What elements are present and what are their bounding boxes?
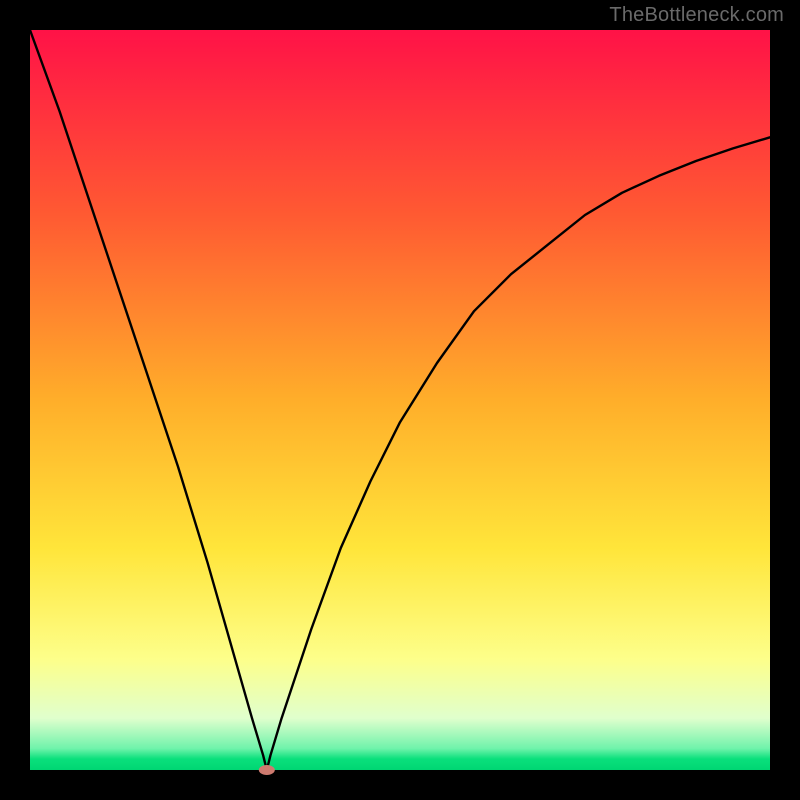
bottleneck-chart [0,0,800,800]
gradient-background [30,30,770,770]
chart-frame: TheBottleneck.com [0,0,800,800]
minimum-marker [259,765,275,775]
watermark-text: TheBottleneck.com [609,4,784,27]
